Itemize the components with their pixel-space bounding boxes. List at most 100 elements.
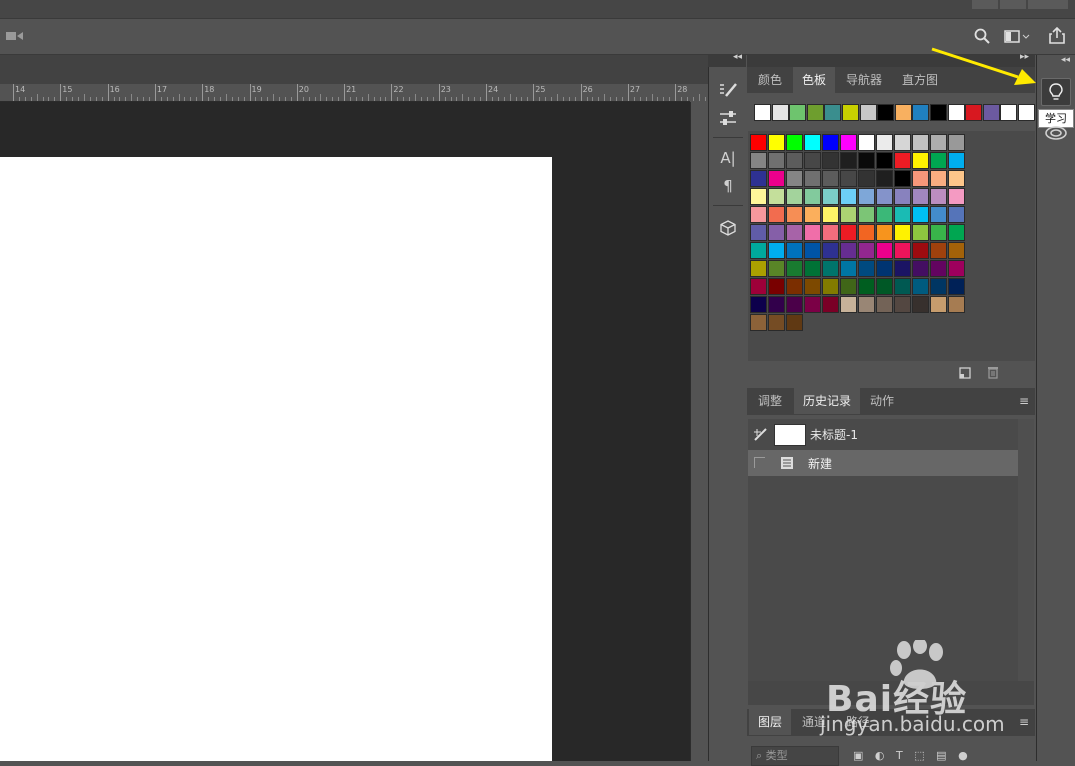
tab-layers[interactable]: 图层 (749, 709, 792, 735)
swatch[interactable] (912, 278, 929, 295)
swatch[interactable] (948, 170, 965, 187)
panel-menu-icon[interactable]: ≡ (1019, 395, 1029, 407)
swatch[interactable] (876, 260, 893, 277)
swatch[interactable] (804, 296, 821, 313)
swatch[interactable] (768, 134, 785, 151)
recent-swatch[interactable] (806, 104, 824, 121)
swatch[interactable] (822, 296, 839, 313)
workspace-icon[interactable] (1004, 30, 1030, 44)
swatch[interactable] (822, 260, 839, 277)
swatch[interactable] (858, 224, 875, 241)
swatch[interactable] (930, 260, 947, 277)
swatch[interactable] (768, 278, 785, 295)
swatch[interactable] (912, 188, 929, 205)
history-brush-icon[interactable] (753, 426, 769, 442)
swatch[interactable] (804, 278, 821, 295)
recent-swatch[interactable] (982, 104, 1000, 121)
swatch[interactable] (894, 242, 911, 259)
swatch[interactable] (750, 278, 767, 295)
swatch[interactable] (804, 260, 821, 277)
swatch[interactable] (876, 152, 893, 169)
tab-navigator[interactable]: 导航器 (837, 67, 891, 93)
swatch[interactable] (930, 134, 947, 151)
recent-swatch[interactable] (1000, 104, 1018, 121)
swatch[interactable] (948, 152, 965, 169)
swatch[interactable] (840, 206, 857, 223)
swatch[interactable] (894, 296, 911, 313)
recent-swatch[interactable] (965, 104, 983, 121)
swatch[interactable] (804, 170, 821, 187)
smart-object-filter-icon[interactable]: ▤ (936, 749, 946, 762)
swatch[interactable] (822, 224, 839, 241)
image-filter-icon[interactable]: ▣ (853, 749, 863, 762)
swatch[interactable] (750, 224, 767, 241)
swatch[interactable] (894, 170, 911, 187)
collapse-left-icon[interactable]: ◂◂ (1061, 55, 1070, 65)
swatch[interactable] (912, 242, 929, 259)
type-filter-icon[interactable]: T (896, 749, 903, 762)
tab-history[interactable]: 历史记录 (794, 388, 861, 414)
swatch[interactable] (948, 188, 965, 205)
swatch[interactable] (786, 278, 803, 295)
recent-swatch[interactable] (842, 104, 859, 121)
swatch[interactable] (804, 206, 821, 223)
swatch[interactable] (786, 314, 803, 331)
swatch[interactable] (858, 188, 875, 205)
swatch[interactable] (804, 242, 821, 259)
swatch[interactable] (768, 260, 785, 277)
swatch[interactable] (948, 224, 965, 241)
swatch[interactable] (786, 224, 803, 241)
swatch[interactable] (876, 242, 893, 259)
learn-button[interactable] (1041, 78, 1071, 106)
swatch[interactable] (858, 152, 875, 169)
swatch[interactable] (912, 170, 929, 187)
swatch[interactable] (750, 188, 767, 205)
tab-color[interactable]: 颜色 (749, 67, 791, 93)
swatch[interactable] (858, 260, 875, 277)
swatch[interactable] (840, 224, 857, 241)
swatch[interactable] (840, 296, 857, 313)
3d-icon[interactable] (717, 217, 739, 239)
swatch[interactable] (768, 206, 785, 223)
swatch[interactable] (768, 170, 785, 187)
swatch[interactable] (750, 170, 767, 187)
swatch[interactable] (948, 278, 965, 295)
swatch[interactable] (876, 134, 893, 151)
recent-swatch[interactable] (930, 104, 947, 121)
swatch[interactable] (894, 206, 911, 223)
swatch[interactable] (768, 188, 785, 205)
swatch[interactable] (822, 152, 839, 169)
swatch[interactable] (840, 134, 857, 151)
swatch[interactable] (786, 260, 803, 277)
swatch[interactable] (930, 188, 947, 205)
swatch[interactable] (750, 206, 767, 223)
recent-swatch[interactable] (947, 104, 965, 121)
swatch[interactable] (786, 134, 803, 151)
swatch[interactable] (750, 152, 767, 169)
recent-swatch[interactable] (859, 104, 877, 121)
swatch[interactable] (912, 134, 929, 151)
swatch[interactable] (750, 314, 767, 331)
search-icon[interactable] (974, 28, 990, 44)
recent-swatch[interactable] (877, 104, 895, 121)
swatch[interactable] (894, 260, 911, 277)
swatch[interactable] (930, 170, 947, 187)
swatch[interactable] (822, 242, 839, 259)
swatch[interactable] (786, 188, 803, 205)
swatch[interactable] (948, 296, 965, 313)
swatch[interactable] (750, 134, 767, 151)
swatch[interactable] (858, 296, 875, 313)
swatch[interactable] (858, 170, 875, 187)
recent-swatch[interactable] (1018, 104, 1035, 121)
video-icon[interactable] (6, 30, 24, 42)
recent-swatch[interactable] (912, 104, 930, 121)
swatch[interactable] (876, 206, 893, 223)
tab-actions[interactable]: 动作 (861, 388, 903, 414)
swatch[interactable] (768, 224, 785, 241)
swatch[interactable] (930, 242, 947, 259)
canvas-scrollbar[interactable] (690, 102, 709, 761)
new-swatch-icon[interactable] (959, 367, 971, 379)
swatch[interactable] (768, 296, 785, 313)
swatch[interactable] (804, 188, 821, 205)
paragraph-icon[interactable]: ¶ (717, 175, 739, 197)
